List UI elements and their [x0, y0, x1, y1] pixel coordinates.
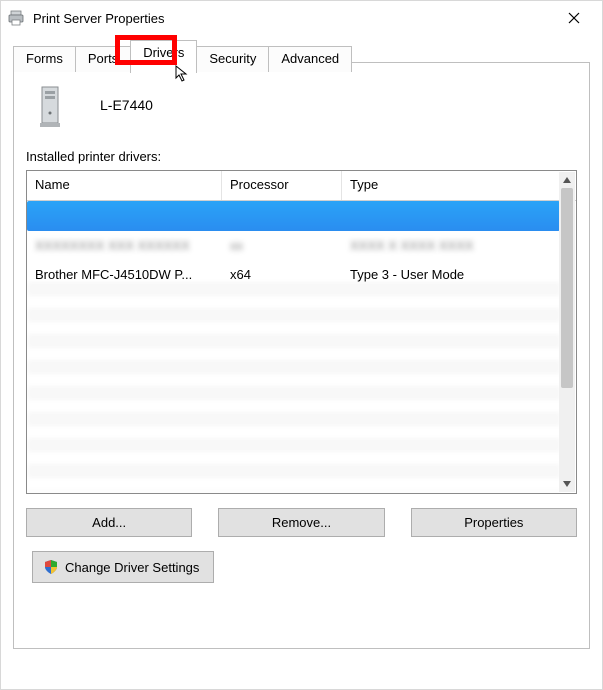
- tab-ports[interactable]: Ports: [75, 46, 131, 72]
- server-name: L-E7440: [100, 97, 153, 113]
- tab-page-drivers: L-E7440 Installed printer drivers: Name …: [13, 62, 590, 649]
- titlebar: Print Server Properties: [1, 1, 602, 35]
- driver-action-row: Add... Remove... Properties: [26, 508, 577, 537]
- scrollbar[interactable]: [559, 172, 575, 492]
- change-driver-settings-button[interactable]: Change Driver Settings: [32, 551, 214, 583]
- change-driver-settings-label: Change Driver Settings: [65, 560, 199, 575]
- server-tower-icon: [36, 81, 70, 129]
- column-type[interactable]: Type: [342, 171, 576, 200]
- close-icon: [568, 12, 580, 24]
- scroll-down-button[interactable]: [559, 476, 575, 492]
- installed-drivers-label: Installed printer drivers:: [26, 149, 577, 164]
- tab-drivers[interactable]: Drivers: [130, 40, 197, 73]
- tab-forms[interactable]: Forms: [13, 46, 76, 72]
- window-title: Print Server Properties: [33, 11, 552, 26]
- client-area: Forms Ports Drivers Security Advanced: [1, 35, 602, 689]
- tab-security[interactable]: Security: [196, 46, 269, 72]
- chevron-down-icon: [563, 481, 571, 487]
- properties-button[interactable]: Properties: [411, 508, 577, 537]
- driver-row-selected[interactable]: [27, 201, 560, 231]
- server-row: L-E7440: [36, 81, 577, 129]
- column-processor[interactable]: Processor: [222, 171, 342, 200]
- driver-row-blurred[interactable]: XXXXXXXX XXX XXXXXXxxXXXX X XXXX XXXX: [27, 231, 576, 260]
- tab-advanced[interactable]: Advanced: [268, 46, 352, 72]
- driver-list[interactable]: Name Processor Type XXXXXXXX XXX XXXXXXx…: [26, 170, 577, 494]
- column-name[interactable]: Name: [27, 171, 222, 200]
- chevron-up-icon: [563, 177, 571, 183]
- close-button[interactable]: [552, 3, 596, 33]
- scroll-thumb[interactable]: [561, 188, 573, 388]
- driver-list-blurred-area: [28, 282, 560, 492]
- scroll-up-button[interactable]: [559, 172, 575, 188]
- add-button[interactable]: Add...: [26, 508, 192, 537]
- driver-list-header: Name Processor Type: [27, 171, 576, 201]
- remove-button[interactable]: Remove...: [218, 508, 384, 537]
- printer-icon: [7, 10, 25, 26]
- uac-shield-icon: [43, 559, 59, 575]
- tab-strip: Forms Ports Drivers Security Advanced: [13, 39, 590, 71]
- print-server-properties-dialog: Print Server Properties Forms Ports Driv…: [0, 0, 603, 690]
